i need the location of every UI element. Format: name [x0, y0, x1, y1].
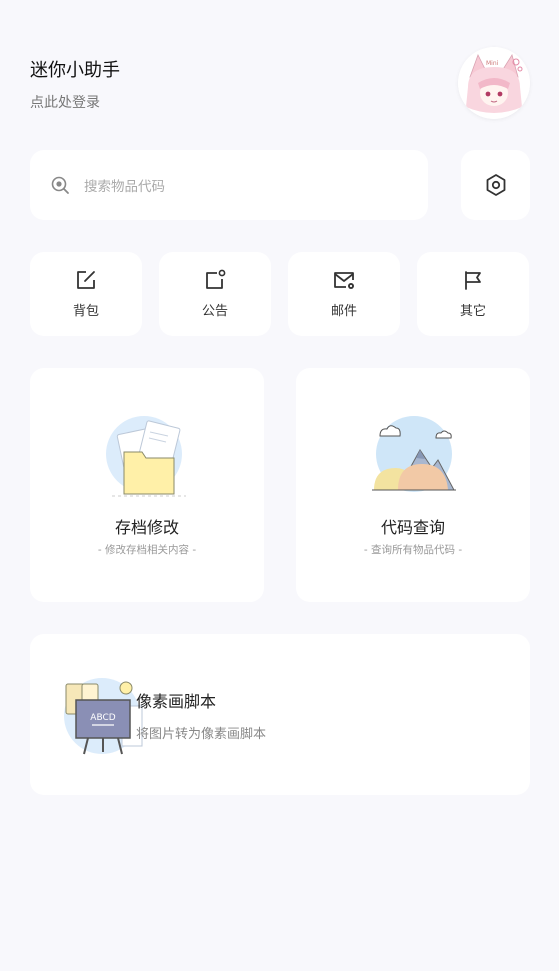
feature-subtitle: - 修改存档相关内容 - [97, 544, 197, 556]
quick-action-backpack[interactable]: 背包 [30, 252, 142, 336]
quick-action-label: 其它 [459, 304, 486, 319]
feature-title: 存档修改 [114, 518, 179, 537]
anime-cat-girl-avatar-icon: Mini [458, 47, 530, 119]
notice-icon [206, 269, 226, 289]
quick-action-notice[interactable]: 公告 [159, 252, 271, 336]
quick-action-label: 邮件 [330, 304, 357, 319]
mountain-illustration-icon [372, 416, 456, 492]
avatar-signature: Mini [486, 60, 499, 67]
chalkboard-illustration-icon: ABCD [64, 678, 143, 755]
quick-action-label: 公告 [201, 304, 228, 319]
avatar[interactable]: Mini [458, 47, 530, 119]
quick-action-mail[interactable]: 邮件 [288, 252, 400, 336]
search-icon [51, 176, 69, 194]
login-hint[interactable]: 点此处登录 [30, 92, 120, 112]
edit-square-icon [77, 271, 95, 289]
feature-title: 代码查询 [380, 518, 445, 537]
save-edit-card[interactable]: 存档修改 - 修改存档相关内容 - [30, 368, 264, 602]
code-query-card[interactable]: 代码查询 - 查询所有物品代码 - [296, 368, 530, 602]
pixel-script-subtitle: 将图片转为像素画脚本 [136, 727, 267, 742]
quick-action-label: 背包 [72, 304, 99, 319]
feature-subtitle: - 查询所有物品代码 - [363, 544, 463, 556]
app-title: 迷你小助手 [30, 60, 120, 81]
search-input[interactable]: 搜索物品代码 [84, 175, 165, 195]
hexagon-gear-icon [486, 174, 505, 196]
settings-button[interactable] [461, 150, 530, 220]
folder-illustration-icon [106, 416, 186, 497]
pixel-script-card[interactable]: ABCD [30, 634, 530, 795]
chalkboard-text: ABCD [90, 713, 115, 723]
pixel-script-title: 像素画脚本 [136, 692, 217, 711]
mail-settings-icon [334, 272, 354, 289]
quick-action-other[interactable]: 其它 [417, 252, 529, 336]
login-header[interactable]: 迷你小助手 点此处登录 [30, 56, 120, 112]
flag-icon [465, 271, 481, 290]
search-bar[interactable]: 搜索物品代码 [30, 150, 428, 220]
